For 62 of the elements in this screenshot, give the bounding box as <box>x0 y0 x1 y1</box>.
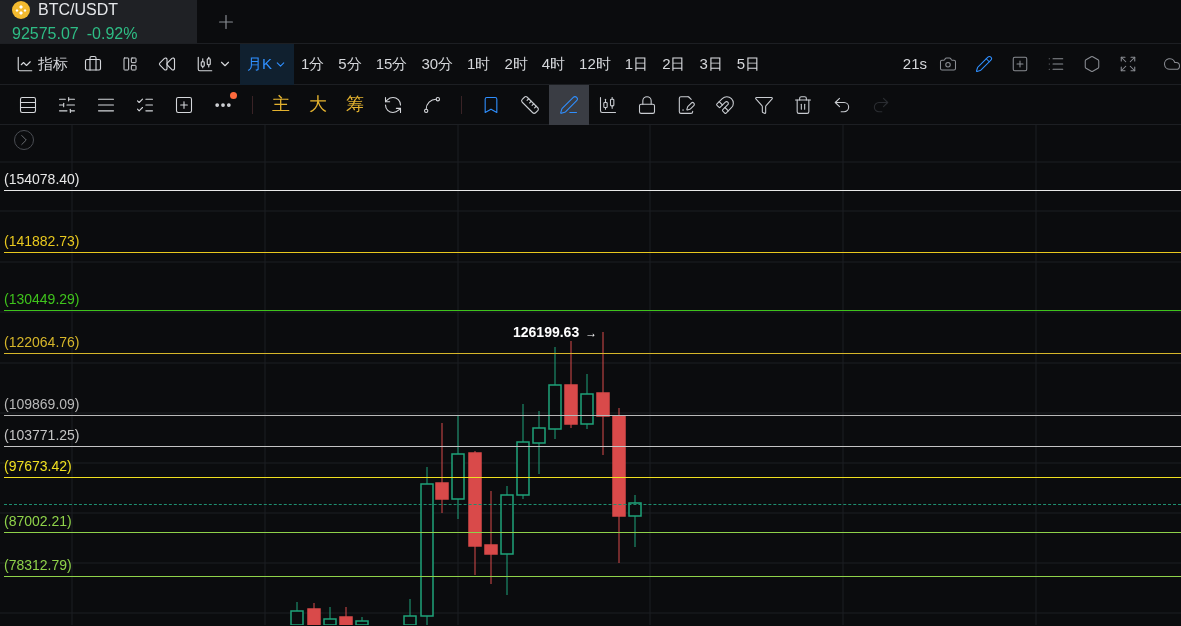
overlay-button[interactable]: 筹 <box>346 91 364 118</box>
price-level-line[interactable] <box>4 446 1181 448</box>
interval-tab[interactable]: 12时 <box>572 43 618 85</box>
price-level-label: (154078.40) <box>4 170 80 188</box>
price-level-label: (109869.09) <box>4 395 80 414</box>
price-level-label: (78312.79) <box>4 556 72 574</box>
camera-icon[interactable] <box>939 55 957 73</box>
interval-tab[interactable]: 2时 <box>497 43 535 85</box>
price-level-line[interactable] <box>4 353 1181 355</box>
indicator-button[interactable]: 指标 <box>16 52 68 76</box>
price-level-label: (122064.76) <box>4 333 80 352</box>
interval-tab[interactable]: 15分 <box>368 43 415 85</box>
pencil-icon[interactable] <box>975 55 993 73</box>
interval-tab[interactable]: 4时 <box>534 43 573 85</box>
symbol-name: BTC/USDT <box>38 0 118 20</box>
candle <box>628 494 642 548</box>
price-level-line[interactable] <box>4 477 1181 479</box>
price-level-line[interactable] <box>4 531 1181 533</box>
last-price: 92575.07 <box>12 23 79 44</box>
high-price-label: 126199.63 <box>513 323 580 342</box>
interval-tab[interactable]: 5日 <box>729 43 768 85</box>
price-change: -0.92% <box>86 23 138 44</box>
interval-tab[interactable]: 5分 <box>331 43 369 85</box>
candle <box>532 410 546 475</box>
interval-tab[interactable]: 1分 <box>294 43 332 85</box>
interval-tab[interactable]: 3日 <box>692 43 730 85</box>
candle <box>580 373 594 430</box>
refresh-icon[interactable] <box>383 94 403 115</box>
layout-icon[interactable] <box>122 56 138 72</box>
settings-icon[interactable] <box>1083 55 1101 73</box>
interval-tab[interactable]: 月K <box>240 43 294 85</box>
rewind-icon[interactable] <box>158 55 176 73</box>
coin-logo-icon <box>12 0 30 19</box>
cloud-icon[interactable] <box>1163 55 1181 73</box>
price-level-label: (130449.29) <box>4 290 80 309</box>
candle <box>339 606 353 625</box>
price-level-line[interactable] <box>4 310 1181 312</box>
price-level-label: (141882.73) <box>4 232 80 251</box>
candlestick-icon[interactable] <box>196 55 214 73</box>
candle <box>307 602 321 625</box>
price-level-label: (103771.25) <box>4 426 80 445</box>
line-tool-icon[interactable] <box>422 94 442 115</box>
interval-tab[interactable]: 30分 <box>414 43 461 85</box>
sliders-icon[interactable] <box>57 94 77 115</box>
chart-line-icon <box>16 55 34 73</box>
price-level-line[interactable] <box>4 252 1181 254</box>
overlay-button[interactable]: 大 <box>309 91 327 118</box>
interval-tab[interactable]: 1时 <box>460 43 498 85</box>
rows-icon[interactable] <box>18 94 38 115</box>
price-level-label: (97673.42) <box>4 457 72 476</box>
arrow-label: → <box>585 324 598 342</box>
symbol-tab[interactable]: BTC/USDT 92575.07 -0.92% <box>0 0 197 43</box>
interval-tab[interactable]: 1日 <box>617 43 656 85</box>
add-window-icon[interactable] <box>1011 55 1029 73</box>
price-level-label: (87002.21) <box>4 511 72 530</box>
interval-tab[interactable]: 2日 <box>655 43 693 85</box>
price-level-line[interactable] <box>4 415 1181 417</box>
add-frame-icon[interactable] <box>174 94 194 115</box>
overlay-button[interactable]: 主 <box>272 91 290 118</box>
fullscreen-icon[interactable] <box>1119 55 1137 73</box>
refresh-timer: 21s <box>902 53 927 74</box>
briefcase-icon[interactable] <box>84 55 102 73</box>
